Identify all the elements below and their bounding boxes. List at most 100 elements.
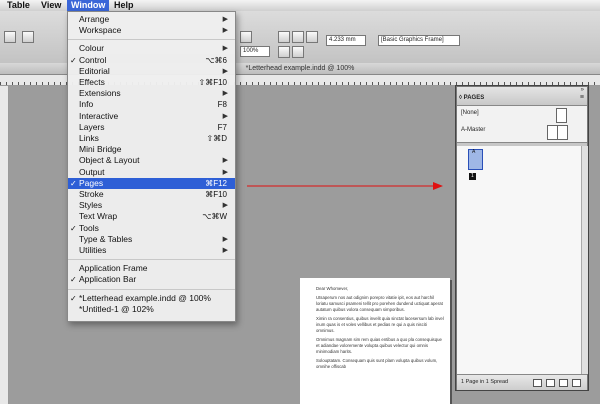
object-style-dropdown[interactable]: [Basic Graphics Frame]	[378, 35, 460, 46]
window-menu-item-shortcut: F8	[217, 100, 227, 110]
window-menu-item[interactable]: ✓ Control ⌥⌘6	[68, 55, 235, 66]
reference-point-icon[interactable]	[4, 31, 16, 43]
swap-icon[interactable]	[306, 31, 318, 43]
window-menu-item-label: Control	[79, 54, 107, 65]
master-none-thumbnail[interactable]	[556, 108, 567, 123]
submenu-arrow-icon: ▶	[222, 112, 228, 120]
pages-panel-footer: 1 Page in 1 Spread	[457, 374, 587, 390]
window-menu-item-label: *Untitled-1 @ 102%	[79, 303, 154, 314]
window-menu-item-shortcut: ⌥⌘6	[205, 55, 227, 65]
window-menu-item-shortcut: ⇧⌘D	[206, 134, 227, 143]
pages-list	[457, 146, 581, 374]
window-menu-item[interactable]: *Untitled-1 @ 102%	[68, 304, 235, 315]
pages-status-text: 1 Page in 1 Spread	[461, 379, 509, 385]
menu-help[interactable]: Help	[110, 0, 138, 11]
window-menu-item-shortcut: F7	[217, 122, 227, 132]
check-icon: ✓	[70, 178, 77, 188]
collapse-icon[interactable]: »	[581, 87, 584, 93]
window-menu-item-label: Extensions	[79, 88, 121, 99]
delete-page-icon[interactable]	[572, 379, 581, 387]
window-menu-item[interactable]: Object & Layout ▶	[68, 155, 235, 166]
menu-separator	[68, 259, 235, 261]
check-icon: ✓	[70, 275, 77, 285]
window-menu-item[interactable]: Layers F7	[68, 122, 235, 133]
window-menu-item[interactable]: Interactive ▶	[68, 111, 235, 122]
letter-greeting: Dear Whomever,	[316, 286, 349, 291]
panel-menu-icon[interactable]: ≡	[580, 94, 584, 101]
stroke-weight-field[interactable]: 4.233 mm	[326, 35, 366, 46]
menu-table[interactable]: Table	[3, 0, 34, 11]
stroke-icon[interactable]	[292, 31, 304, 43]
vertical-ruler[interactable]	[0, 86, 9, 404]
window-menu-item-shortcut: ⇧⌘F10	[198, 78, 228, 87]
submenu-arrow-icon: ▶	[222, 168, 228, 176]
annotation-arrow	[247, 182, 443, 190]
pages-scrollbar[interactable]	[581, 146, 588, 374]
window-menu-item[interactable]: Links ⇧⌘D	[68, 133, 235, 144]
window-menu-item[interactable]: ✓ Tools	[68, 223, 235, 234]
page-size-icon[interactable]	[533, 379, 542, 387]
window-menu-item[interactable]: ✓ Application Bar	[68, 274, 235, 285]
window-menu-item[interactable]: Editorial ▶	[68, 66, 235, 77]
window-menu-item-label: Interactive	[79, 110, 119, 121]
window-menu-item-label: Colour	[79, 43, 105, 54]
submenu-arrow-icon: ▶	[222, 235, 228, 243]
window-menu-item-label: Object & Layout	[79, 155, 140, 166]
window-menu-item[interactable]: Type & Tables ▶	[68, 234, 235, 245]
letter-text-frame[interactable]: Dear Whomever, Utsaperum nos aut odignim…	[316, 286, 446, 373]
window-menu-item[interactable]: Mini Bridge	[68, 144, 235, 155]
opacity-icon[interactable]	[292, 46, 304, 58]
flip-horizontal-icon[interactable]	[240, 31, 252, 43]
window-menu-item[interactable]: Stroke ⌘F10	[68, 189, 235, 200]
window-menu-item[interactable]: Styles ▶	[68, 200, 235, 211]
window-menu-item[interactable]: Arrange ▶	[68, 14, 235, 25]
letter-paragraph: Utsaperum nos aut odignim porepro vitati…	[316, 295, 443, 312]
a-master-label: A-Master	[461, 127, 486, 133]
new-page-icon[interactable]	[559, 379, 568, 387]
page-1-thumbnail[interactable]: A	[468, 149, 483, 170]
window-menu-item-shortcut: ⌘F12	[205, 178, 227, 188]
window-menu-item-label: Editorial	[79, 65, 110, 76]
window-menu-item[interactable]: Application Frame	[68, 263, 235, 274]
submenu-arrow-icon: ▶	[222, 90, 228, 98]
window-menu-item-label: Links	[79, 133, 99, 143]
window-menu-item-label: Utilities	[79, 245, 107, 255]
submenu-arrow-icon: ▶	[222, 16, 228, 23]
letter-paragraph: Solouptatam. Consequam quis sunt plam vo…	[316, 358, 438, 369]
window-menu-item[interactable]: Text Wrap ⌥⌘W	[68, 211, 235, 222]
window-menu-item[interactable]: ✓ *Letterhead example.indd @ 100%	[68, 293, 235, 304]
menu-view[interactable]: View	[37, 0, 65, 11]
pages-tab[interactable]: ◊ PAGES	[459, 95, 484, 101]
edit-page-icon[interactable]	[546, 379, 555, 387]
a-master-row[interactable]: A-Master	[457, 124, 587, 142]
fill-icon[interactable]	[278, 31, 290, 43]
window-menu-item[interactable]: Info F8	[68, 99, 235, 110]
window-menu-item[interactable]: Output ▶	[68, 167, 235, 178]
window-menu-item[interactable]: ✓ Pages ⌘F12	[68, 177, 235, 189]
a-master-right-thumbnail[interactable]	[557, 125, 568, 140]
window-menu: Arrange ▶ Workspace ▶ Colour ▶ ✓ Control ⌥⌘6 Edit…	[67, 11, 236, 322]
window-menu-item[interactable]: Workspace ▶	[68, 25, 235, 36]
window-menu-item[interactable]: Colour ▶	[68, 43, 235, 54]
effects-icon[interactable]	[278, 46, 290, 58]
constrain-icon[interactable]	[22, 31, 34, 43]
submenu-arrow-icon: ▶	[222, 157, 228, 165]
window-menu-item-shortcut: ⌥⌘W	[202, 212, 227, 222]
submenu-arrow-icon: ▶	[222, 67, 228, 75]
window-menu-item-label: Layers	[79, 121, 105, 132]
window-menu-item-label: Output	[79, 166, 105, 177]
check-icon: ✓	[70, 55, 77, 65]
window-menu-item[interactable]: Extensions ▶	[68, 88, 235, 99]
window-menu-item-label: Info	[79, 99, 94, 110]
zoom-field[interactable]: 100%	[240, 46, 270, 57]
pages-panel-tabbar: ◊ PAGES » ≡	[457, 87, 587, 106]
window-menu-item-label: Stroke	[79, 189, 104, 199]
master-none-label: [None]	[461, 110, 479, 116]
menu-window[interactable]: Window	[67, 0, 110, 11]
check-icon: ✓	[70, 293, 77, 303]
window-menu-item[interactable]: Utilities ▶	[68, 245, 235, 256]
window-menu-item-label: Application Frame	[79, 263, 148, 274]
master-none-row[interactable]: [None]	[457, 107, 587, 125]
pages-panel: ◊ PAGES » ≡ [None] A-Master A 1 1 Page i…	[456, 86, 588, 390]
window-menu-item[interactable]: Effects ⇧⌘F10	[68, 77, 235, 88]
